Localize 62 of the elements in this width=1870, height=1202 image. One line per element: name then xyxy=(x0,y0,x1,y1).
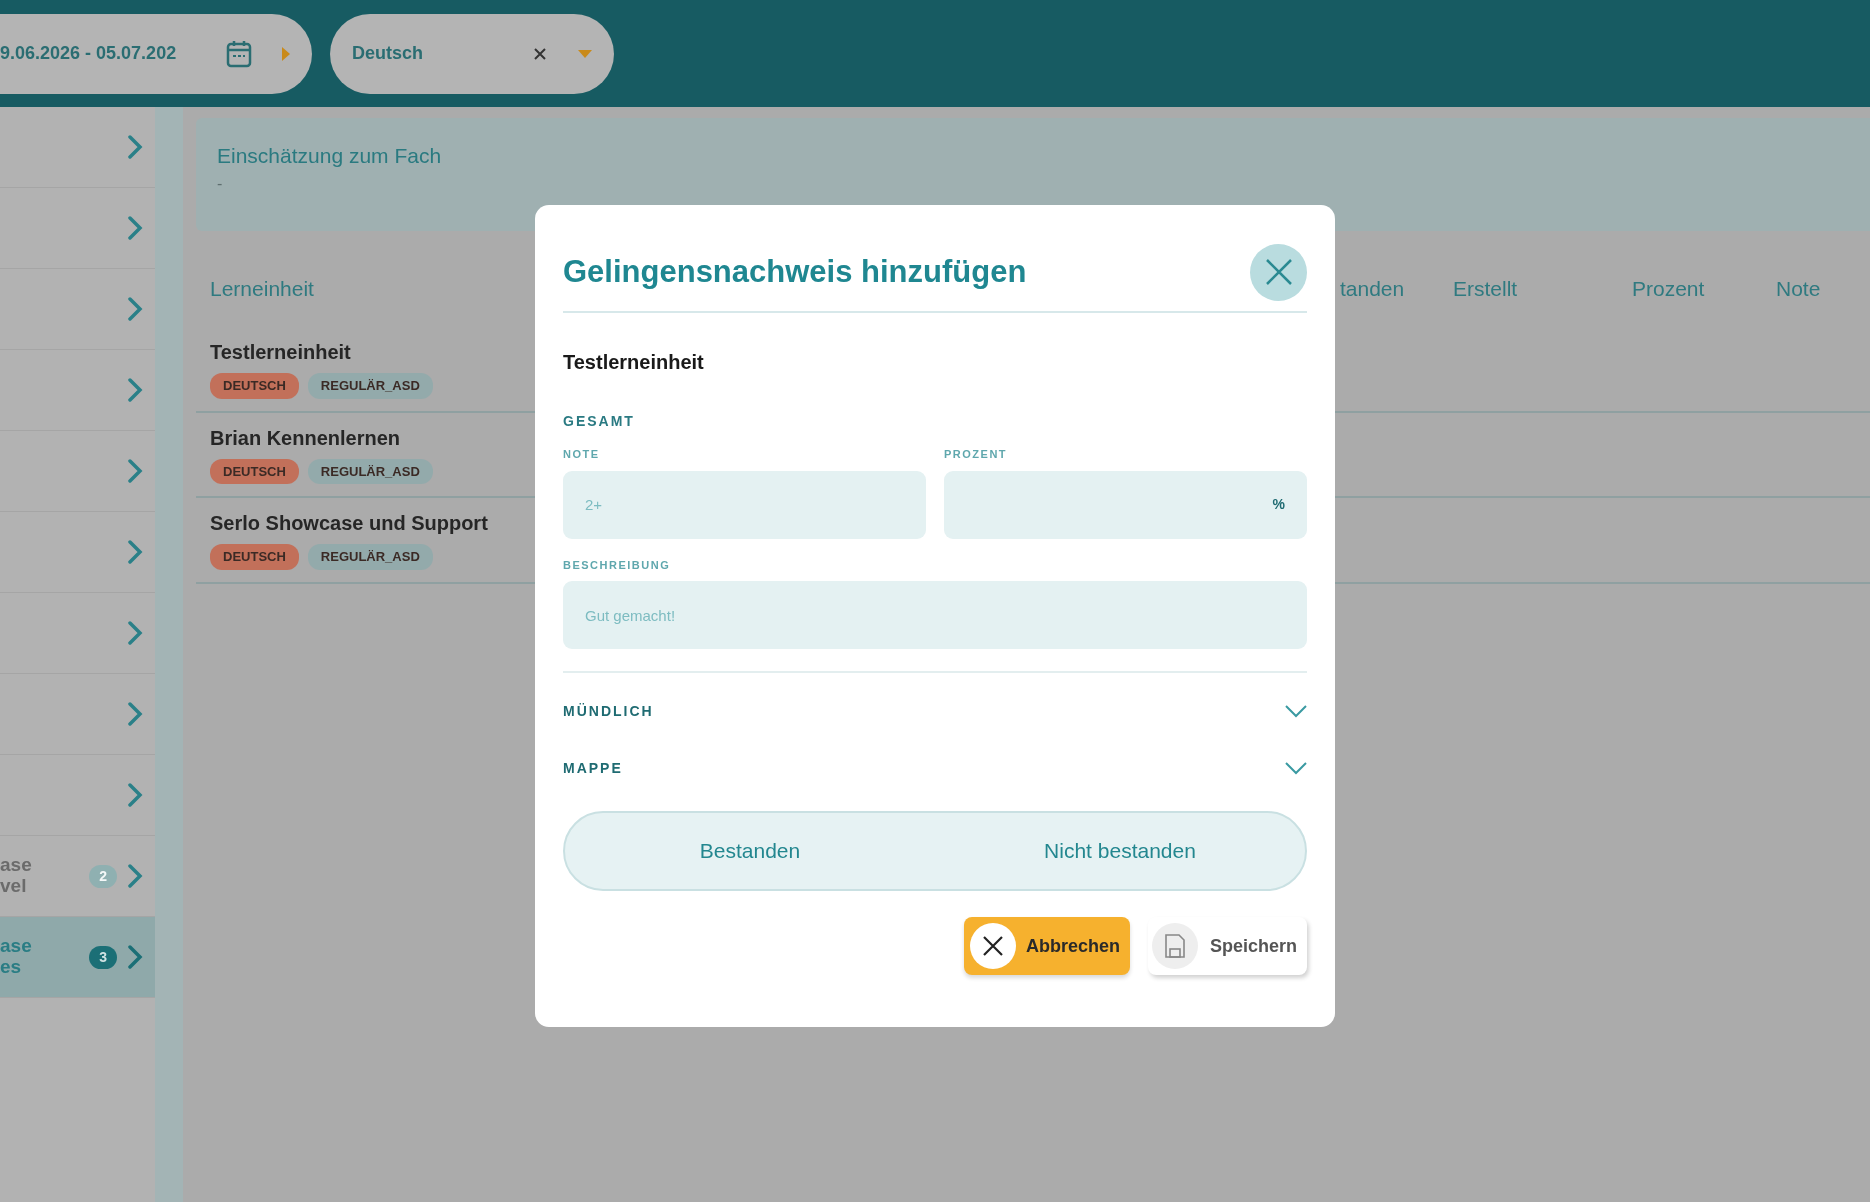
percent-suffix: % xyxy=(1272,495,1285,514)
column-header: Note xyxy=(1776,277,1821,300)
column-header: Prozent xyxy=(1632,277,1705,300)
field-label: NOTE xyxy=(563,447,601,462)
chevron-right-icon xyxy=(127,540,143,564)
column-header: tanden xyxy=(1340,277,1405,300)
chevron-right-icon xyxy=(127,378,143,402)
sidebar-item-label: ase es xyxy=(0,935,32,977)
clear-icon[interactable] xyxy=(534,47,546,60)
unit-title: Serlo Showcase und Support xyxy=(210,511,488,536)
caret-right-icon[interactable] xyxy=(282,46,290,61)
assessment-title: Einschätzung zum Fach xyxy=(217,143,443,169)
result-option[interactable]: Bestanden xyxy=(565,813,935,889)
assessment-value: - xyxy=(217,173,224,194)
column-header: Lerneinheit xyxy=(210,277,314,300)
unit-name: Testlerneinheit xyxy=(563,350,705,375)
subject-tag: REGULÄR_ASD xyxy=(307,544,433,570)
count-badge: 3 xyxy=(89,945,117,969)
field-label: BESCHREIBUNG xyxy=(563,557,672,573)
calendar-icon xyxy=(226,39,252,68)
chevron-down-icon xyxy=(1285,762,1307,775)
cancel-button[interactable]: Abbrechen xyxy=(963,917,1130,975)
chevron-right-icon xyxy=(127,945,143,969)
chevron-right-icon xyxy=(127,702,143,726)
accordion-header[interactable]: MÜNDLICH xyxy=(563,683,1307,740)
dialog-title: Gelingensnachweis hinzufügen xyxy=(563,252,1027,291)
save-button[interactable]: Speichern xyxy=(1147,917,1307,975)
subject-tag: DEUTSCH xyxy=(210,373,299,399)
caret-down-icon[interactable] xyxy=(578,49,592,58)
close-icon xyxy=(981,935,1004,957)
save-icon xyxy=(1164,934,1185,958)
close-button[interactable] xyxy=(1250,243,1307,301)
grade-field[interactable]: 2+ xyxy=(563,470,926,539)
subject-tag: REGULÄR_ASD xyxy=(307,373,433,399)
unit-title: Brian Kennenlernen xyxy=(210,425,401,451)
section-heading: GESAMT xyxy=(563,412,636,431)
chevron-right-icon xyxy=(127,864,143,888)
language-select[interactable]: Deutsch xyxy=(330,13,614,94)
subject-tag: REGULÄR_ASD xyxy=(307,458,433,484)
accordion-header[interactable]: MAPPE xyxy=(563,740,1307,797)
subject-tag: DEUTSCH xyxy=(210,458,299,484)
chevron-right-icon xyxy=(127,459,143,483)
chevron-right-icon xyxy=(127,216,143,240)
language-value: Deutsch xyxy=(352,42,424,65)
chevron-right-icon xyxy=(127,135,143,159)
percent-field[interactable]: % xyxy=(944,470,1307,539)
chevron-down-icon xyxy=(1285,705,1307,718)
count-badge: 2 xyxy=(89,864,117,888)
column-header: Erstellt xyxy=(1453,277,1518,300)
result-option[interactable]: Nicht bestanden xyxy=(935,813,1305,889)
sidebar-item[interactable]: ase es 3 xyxy=(0,917,155,998)
chevron-right-icon xyxy=(127,297,143,321)
unit-title: Testlerneinheit xyxy=(210,340,351,365)
description-field[interactable]: Gut gemacht! xyxy=(563,581,1307,649)
date-range-text: 9.06.2026 - 05.07.202 xyxy=(0,42,178,65)
subject-tag: DEUTSCH xyxy=(210,544,299,570)
chevron-right-icon xyxy=(127,783,143,807)
close-icon xyxy=(1264,258,1293,286)
sidebar-item-label: ase vel xyxy=(0,854,32,896)
field-label: PROZENT xyxy=(944,447,1009,462)
date-range-field[interactable]: 9.06.2026 - 05.07.202 xyxy=(0,13,312,94)
chevron-right-icon xyxy=(127,621,143,645)
